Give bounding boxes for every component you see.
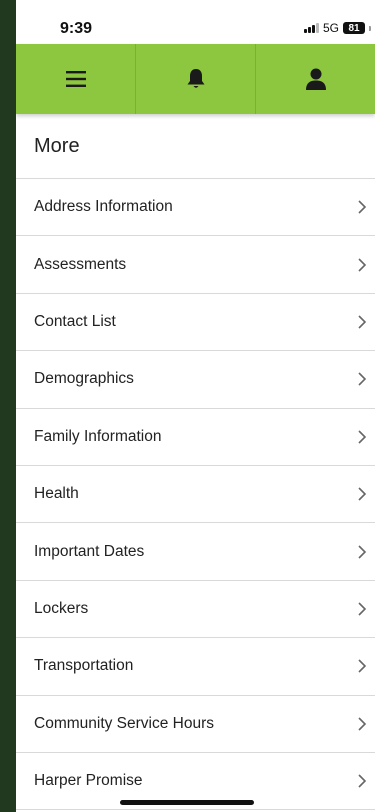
profile-button[interactable] bbox=[256, 44, 375, 114]
bell-icon bbox=[187, 69, 204, 88]
status-bar: 9:39 5G 81 bbox=[16, 0, 375, 44]
menu-item-label: Lockers bbox=[34, 599, 89, 617]
signal-icon bbox=[303, 23, 319, 33]
menu-item-assessments[interactable]: Assessments bbox=[16, 236, 375, 294]
menu-item-health[interactable]: Health bbox=[16, 466, 375, 524]
chevron-right-icon bbox=[358, 544, 367, 559]
menu-item-label: Family Information bbox=[34, 427, 162, 445]
menu-item-transportation[interactable]: Transportation bbox=[16, 638, 375, 696]
app-screen: 9:39 5G 81 More Address Information Asse… bbox=[16, 0, 375, 812]
menu-item-label: Community Service Hours bbox=[34, 714, 215, 732]
menu-item-community-service-hours[interactable]: Community Service Hours bbox=[16, 696, 375, 753]
menu-item-demographics[interactable]: Demographics bbox=[16, 351, 375, 409]
menu-item-label: Address Information bbox=[34, 198, 173, 216]
menu-item-label: Contact List bbox=[34, 312, 116, 330]
chevron-right-icon bbox=[358, 258, 367, 272]
menu-item-label: Demographics bbox=[34, 370, 134, 388]
menu-item-contact-list[interactable]: Contact List bbox=[16, 294, 375, 352]
chevron-right-icon bbox=[358, 430, 367, 444]
user-icon bbox=[305, 68, 326, 90]
page-title: More bbox=[16, 114, 375, 179]
menu-item-family-information[interactable]: Family Information bbox=[16, 409, 375, 466]
status-time: 9:39 bbox=[60, 20, 93, 37]
notifications-button[interactable] bbox=[136, 44, 256, 114]
chevron-right-icon bbox=[358, 659, 367, 673]
battery-tip bbox=[369, 25, 371, 31]
chevron-right-icon bbox=[358, 200, 367, 214]
chevron-right-icon bbox=[358, 602, 367, 616]
status-indicators: 5G 81 bbox=[303, 21, 371, 35]
chevron-right-icon bbox=[358, 315, 367, 329]
menu-item-label: Important Dates bbox=[34, 542, 145, 560]
menu-item-label: Assessments bbox=[34, 255, 127, 273]
menu-item-important-dates[interactable]: Important Dates bbox=[16, 523, 375, 581]
menu-item-label: Transportation bbox=[34, 657, 134, 675]
battery-icon: 81 bbox=[343, 22, 365, 34]
menu-item-label: Harper Promise bbox=[34, 772, 143, 790]
chevron-right-icon bbox=[358, 774, 367, 788]
menu-item-address-information[interactable]: Address Information bbox=[16, 179, 375, 237]
chevron-right-icon bbox=[358, 487, 367, 501]
menu-button[interactable] bbox=[16, 44, 136, 114]
menu-item-label: Health bbox=[34, 485, 79, 503]
network-label: 5G bbox=[322, 21, 339, 35]
top-toolbar bbox=[16, 44, 375, 114]
background-strip bbox=[0, 0, 16, 812]
chevron-right-icon bbox=[358, 372, 367, 386]
home-indicator[interactable] bbox=[120, 800, 254, 805]
menu-item-lockers[interactable]: Lockers bbox=[16, 581, 375, 639]
more-menu-list: Address Information Assessments Contact … bbox=[16, 179, 375, 811]
chevron-right-icon bbox=[358, 717, 367, 731]
hamburger-menu-icon bbox=[65, 71, 86, 87]
